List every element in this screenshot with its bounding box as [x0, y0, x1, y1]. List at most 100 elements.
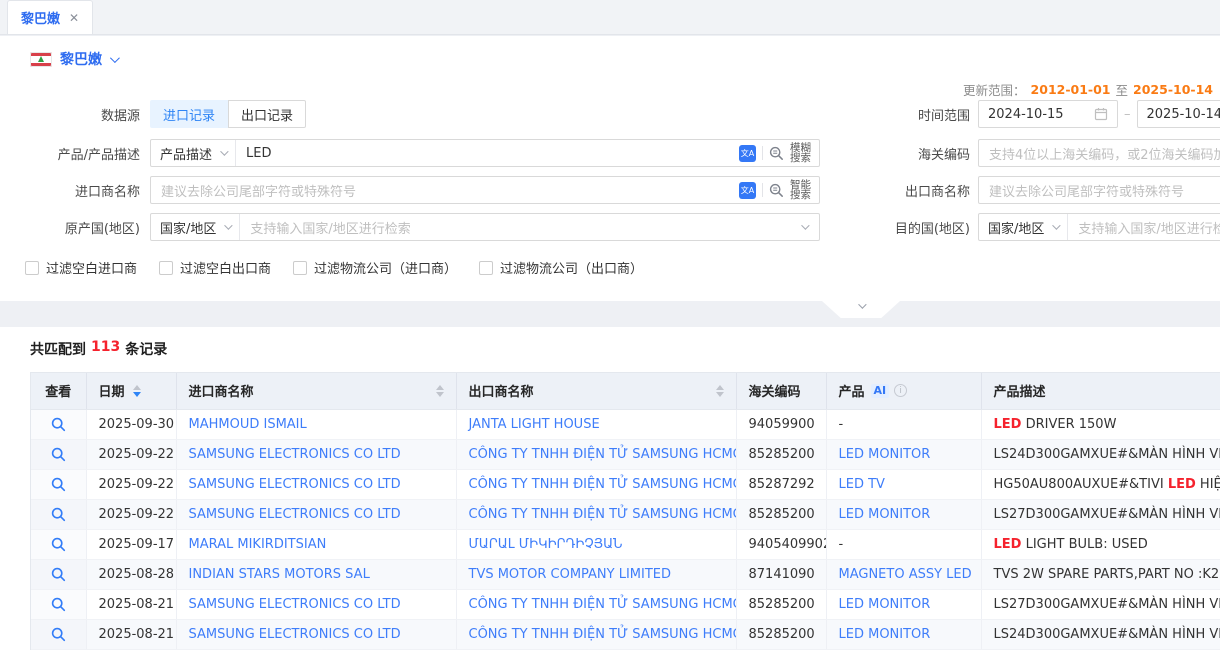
table-row: 2025-08-28INDIAN STARS MOTORS SALTVS MOT… — [31, 559, 1220, 589]
exporter-link[interactable]: TVS MOTOR COMPANY LIMITED — [469, 567, 672, 582]
cell-product: LED MONITOR — [826, 439, 981, 469]
country-selector[interactable]: 黎巴嫩 — [30, 49, 117, 69]
view-record-icon[interactable] — [51, 567, 66, 582]
collapse-filter-button[interactable] — [822, 301, 900, 318]
hs-code-input[interactable]: 支持4位以上海关编码，或2位海关编码加上 — [978, 139, 1220, 167]
filter-panel: 黎巴嫩 更新范围： 2012-01-01 至 2025-10-14 数据源 进口… — [0, 36, 1220, 301]
table-row: 2025-09-17MARAL MIKIRDITSIANՄԱՐԱԼ ՄԻԿԻՐԴ… — [31, 529, 1220, 559]
exporter-link[interactable]: CÔNG TY TNHH ĐIỆN TỬ SAMSUNG HCMC... — [469, 477, 737, 492]
view-record-icon[interactable] — [51, 537, 66, 552]
product-link[interactable]: LED MONITOR — [839, 507, 931, 522]
sort-icon — [133, 385, 141, 397]
importer-link[interactable]: SAMSUNG ELECTRONICS CO LTD — [189, 507, 401, 522]
end-date-value: 2025-10-14 — [1147, 107, 1220, 122]
cell-exporter: JANTA LIGHT HOUSE — [456, 409, 736, 439]
table-row: 2025-08-21SAMSUNG ELECTRONICS CO LTDCÔNG… — [31, 619, 1220, 649]
importer-link[interactable]: MAHMOUD ISMAIL — [189, 417, 307, 432]
import-records-tab[interactable]: 进口记录 — [150, 100, 228, 128]
cell-description: LS27D300GAMXUE#&MÀN HÌNH VI ... — [981, 499, 1220, 529]
destination-country-input[interactable]: 支持输入国家/地区进行检索 — [1068, 218, 1220, 237]
product-type-select[interactable]: 产品描述 — [151, 140, 236, 166]
origin-country-input[interactable]: 支持输入国家/地区进行检索 — [240, 218, 801, 237]
col-date[interactable]: 日期 — [86, 373, 176, 409]
filter-logistics-importer-checkbox[interactable]: 过滤物流公司（进口商） — [293, 258, 457, 277]
cell-description: TVS 2W SPARE PARTS,PART NO :K20... — [981, 559, 1220, 589]
importer-link[interactable]: SAMSUNG ELECTRONICS CO LTD — [189, 597, 401, 612]
time-range-label: 时间范围 — [820, 105, 970, 124]
update-range: 更新范围： 2012-01-01 至 2025-10-14 — [963, 80, 1213, 99]
cell-date: 2025-09-22 — [86, 469, 176, 499]
importer-link[interactable]: INDIAN STARS MOTORS SAL — [189, 567, 370, 582]
export-records-tab[interactable]: 出口记录 — [228, 100, 306, 128]
chevron-down-icon — [220, 147, 228, 155]
chevron-down-icon — [1053, 221, 1061, 229]
exporter-link[interactable]: CÔNG TY TNHH ĐIỆN TỬ SAMSUNG HCMC... — [469, 627, 737, 642]
cell-exporter: CÔNG TY TNHH ĐIỆN TỬ SAMSUNG HCMC... — [456, 469, 736, 499]
cell-product: - — [826, 529, 981, 559]
filter-blank-exporter-checkbox[interactable]: 过滤空白出口商 — [159, 258, 271, 277]
chevron-down-icon — [110, 53, 120, 63]
fuzzy-search-icon[interactable] — [769, 146, 784, 161]
cell-product: LED TV — [826, 469, 981, 499]
start-date-value: 2024-10-15 — [988, 107, 1064, 122]
calendar-icon — [1094, 107, 1108, 121]
importer-link[interactable]: MARAL MIKIRDITSIAN — [189, 537, 327, 552]
start-date-input[interactable]: 2024-10-15 — [978, 100, 1118, 128]
exporter-link[interactable]: ՄԱՐԱԼ ՄԻԿԻՐԴԻՉՅԱՆ — [469, 537, 623, 552]
importer-name-input[interactable]: 建议去除公司尾部字符或特殊符号 — [151, 181, 731, 200]
fuzzy-search-label[interactable]: 模糊搜索 — [790, 143, 811, 164]
cell-importer: SAMSUNG ELECTRONICS CO LTD — [176, 589, 456, 619]
cell-hs-code: 85285200 — [736, 619, 826, 649]
smart-search-label[interactable]: 智能搜索 — [790, 180, 811, 201]
translate-icon[interactable]: 文A — [739, 182, 756, 199]
filter-blank-importer-checkbox[interactable]: 过滤空白进口商 — [25, 258, 137, 277]
end-date-input[interactable]: 2025-10-14 — [1137, 100, 1220, 128]
view-record-icon[interactable] — [51, 627, 66, 642]
table-row: 2025-08-21SAMSUNG ELECTRONICS CO LTDCÔNG… — [31, 589, 1220, 619]
cell-date: 2025-09-30 — [86, 409, 176, 439]
product-search-input[interactable]: LED — [236, 146, 731, 161]
col-exporter[interactable]: 出口商名称 — [456, 373, 736, 409]
update-range-end: 2025-10-14 — [1133, 82, 1213, 97]
update-range-label: 更新范围： — [963, 80, 1026, 99]
destination-country-select[interactable]: 国家/地区 — [979, 214, 1068, 240]
view-record-icon[interactable] — [51, 447, 66, 462]
view-record-icon[interactable] — [51, 417, 66, 432]
origin-country-select[interactable]: 国家/地区 — [151, 214, 240, 240]
view-record-icon[interactable] — [51, 507, 66, 522]
country-name: 黎巴嫩 — [60, 49, 102, 69]
chevron-down-icon — [801, 224, 819, 230]
data-source-label: 数据源 — [0, 105, 140, 124]
col-description: 产品描述 — [981, 373, 1220, 409]
exporter-link[interactable]: CÔNG TY TNHH ĐIỆN TỬ SAMSUNG HCMC... — [469, 597, 737, 612]
exporter-link[interactable]: CÔNG TY TNHH ĐIỆN TỬ SAMSUNG HCMC... — [469, 447, 737, 462]
info-icon[interactable]: i — [894, 384, 907, 397]
tab-lebanon[interactable]: 黎巴嫩 ✕ — [7, 0, 93, 34]
product-link[interactable]: LED MONITOR — [839, 627, 931, 642]
col-product: 产品 AI i — [826, 373, 981, 409]
product-link[interactable]: LED TV — [839, 477, 885, 492]
close-icon[interactable]: ✕ — [69, 11, 79, 25]
importer-link[interactable]: SAMSUNG ELECTRONICS CO LTD — [189, 477, 401, 492]
product-link[interactable]: LED MONITOR — [839, 447, 931, 462]
origin-country-label: 原产国(地区) — [0, 218, 140, 237]
exporter-name-input[interactable]: 建议去除公司尾部字符或特殊符号 — [978, 176, 1220, 204]
panel-gap — [0, 301, 1220, 327]
view-record-icon[interactable] — [51, 597, 66, 612]
col-importer[interactable]: 进口商名称 — [176, 373, 456, 409]
results-panel: 共匹配到 113 条记录 查看 日期 进口商名称 出口商名称 海关编码 产品 A… — [0, 327, 1220, 651]
destination-country-label: 目的国(地区) — [820, 218, 970, 237]
product-link[interactable]: LED MONITOR — [839, 597, 931, 612]
product-link[interactable]: MAGNETO ASSY LED — [839, 567, 972, 582]
translate-icon[interactable]: 文A — [739, 145, 756, 162]
importer-link[interactable]: SAMSUNG ELECTRONICS CO LTD — [189, 627, 401, 642]
cell-hs-code: 87141090 — [736, 559, 826, 589]
exporter-link[interactable]: CÔNG TY TNHH ĐIỆN TỬ SAMSUNG HCMC... — [469, 507, 737, 522]
importer-link[interactable]: SAMSUNG ELECTRONICS CO LTD — [189, 447, 401, 462]
smart-search-icon[interactable] — [769, 183, 784, 198]
lebanon-flag-icon — [30, 52, 52, 67]
exporter-link[interactable]: JANTA LIGHT HOUSE — [469, 417, 600, 432]
filter-logistics-exporter-checkbox[interactable]: 过滤物流公司（出口商） — [479, 258, 643, 277]
view-record-icon[interactable] — [51, 477, 66, 492]
update-range-to: 至 — [1116, 80, 1129, 99]
